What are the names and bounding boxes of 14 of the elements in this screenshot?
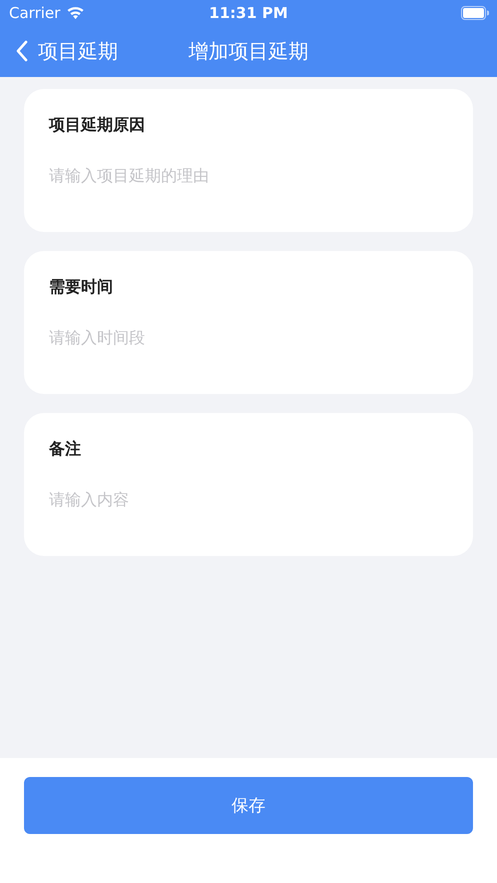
back-button[interactable]: 项目延期	[0, 38, 118, 64]
page-title: 增加项目延期	[188, 38, 308, 64]
field-label: 备注	[49, 439, 81, 460]
field-label: 需要时间	[49, 277, 113, 298]
input-field[interactable]: 请输入内容	[49, 486, 448, 513]
chevron-icon	[16, 40, 28, 62]
save-button[interactable]: 保存	[24, 777, 473, 834]
clock-time: 11:31 PM	[209, 4, 288, 22]
battery-icon	[461, 6, 489, 20]
wifi-icon	[66, 6, 86, 20]
input-field[interactable]: 请输入项目延期的理由	[49, 162, 448, 189]
field-label: 项目延期原因	[49, 115, 145, 136]
carrier-label: Carrier	[9, 4, 60, 22]
input-field[interactable]: 请输入时间段	[49, 324, 448, 351]
